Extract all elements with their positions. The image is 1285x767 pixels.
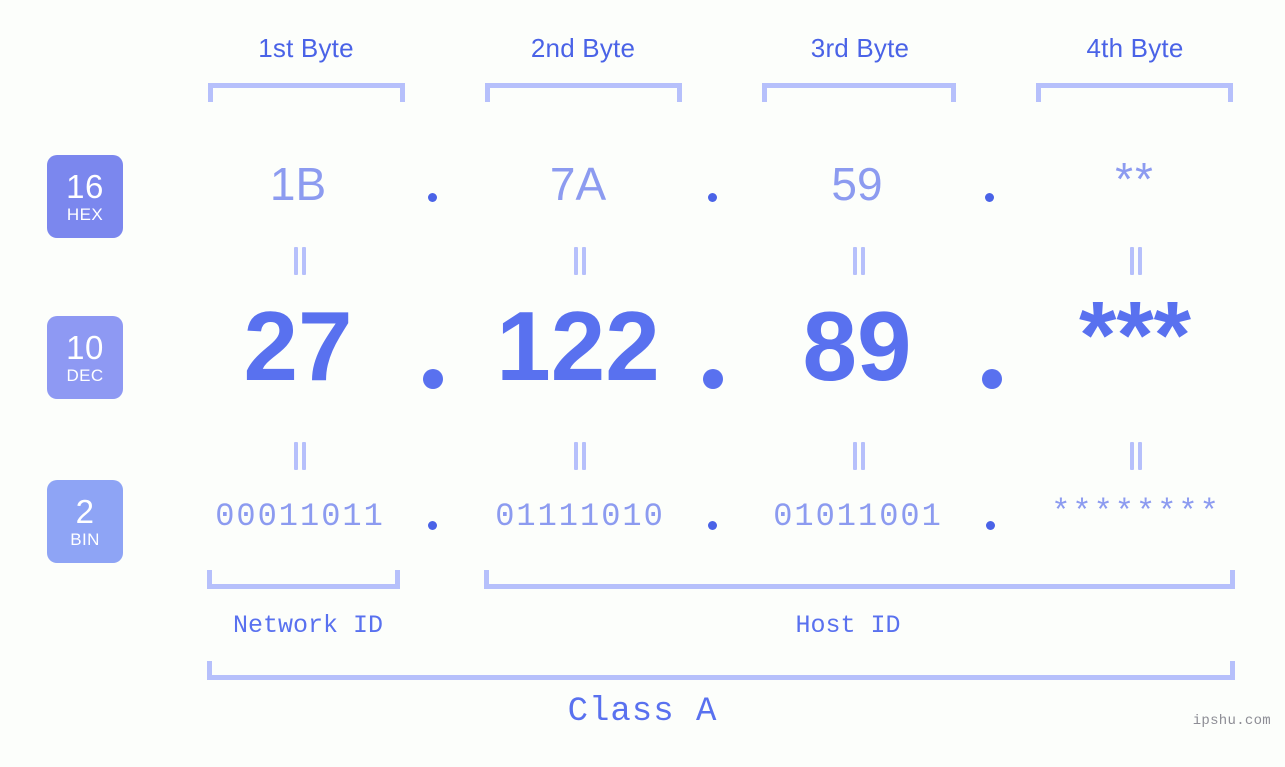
equivalence-mark-hex-dec-1 — [292, 247, 308, 275]
site-watermark: ipshu.com — [1192, 713, 1271, 729]
hex-byte-value-1: 1B — [269, 158, 327, 210]
bin-byte-value-1: 00011011 — [215, 498, 385, 535]
hex-separator-dot-1 — [428, 193, 437, 202]
dec-byte-value-1: 27 — [243, 291, 353, 401]
byte-bracket-4 — [1036, 83, 1233, 102]
byte-bracket-3 — [762, 83, 956, 102]
equivalence-mark-dec-bin-3 — [851, 442, 867, 470]
bin-separator-dot-2 — [708, 521, 717, 530]
equivalence-mark-dec-bin-2 — [572, 442, 588, 470]
network-id-bracket — [207, 570, 400, 589]
hex-byte-value-4: ** — [1115, 153, 1155, 205]
equivalence-mark-dec-bin-1 — [292, 442, 308, 470]
ip-byte-breakdown-diagram: 1st Byte 2nd Byte 3rd Byte 4th Byte 16 H… — [0, 0, 1285, 767]
base-badge-bin-number: 2 — [75, 493, 95, 530]
byte-header-label-1: 1st Byte — [258, 33, 354, 63]
dec-byte-value-3: 89 — [802, 291, 912, 401]
base-badge-dec-number: 10 — [66, 329, 104, 366]
equivalence-mark-hex-dec-4 — [1128, 247, 1144, 275]
hex-separator-dot-3 — [985, 193, 994, 202]
hex-byte-value-2: 7A — [549, 158, 607, 210]
host-id-bracket — [484, 570, 1235, 589]
network-id-label: Network ID — [232, 611, 384, 640]
bin-separator-dot-1 — [428, 521, 437, 530]
class-label: Class A — [567, 693, 718, 731]
base-badge-hex-name: HEX — [66, 205, 104, 224]
byte-header-label-4: 4th Byte — [1086, 33, 1184, 63]
equivalence-mark-dec-bin-4 — [1128, 442, 1144, 470]
byte-header-label-2: 2nd Byte — [530, 33, 636, 63]
host-id-label: Host ID — [795, 611, 901, 640]
base-badge-hex-number: 16 — [66, 168, 104, 205]
equivalence-mark-hex-dec-2 — [572, 247, 588, 275]
byte-bracket-2 — [485, 83, 682, 102]
base-badge-hex: 16 HEX — [47, 155, 123, 238]
bin-byte-value-2: 01111010 — [495, 498, 665, 535]
equivalence-mark-hex-dec-3 — [851, 247, 867, 275]
dec-separator-dot-2 — [703, 369, 723, 389]
dec-separator-dot-1 — [423, 369, 443, 389]
bin-byte-value-4: ******** — [1051, 494, 1221, 531]
class-bracket — [207, 661, 1235, 680]
bin-byte-value-3: 01011001 — [773, 498, 943, 535]
bin-separator-dot-3 — [986, 521, 995, 530]
dec-byte-value-2: 122 — [496, 291, 660, 401]
dec-byte-value-4: *** — [1078, 282, 1192, 389]
hex-byte-value-3: 59 — [831, 158, 883, 210]
base-badge-dec-name: DEC — [66, 366, 104, 385]
byte-bracket-1 — [208, 83, 405, 102]
base-badge-bin-name: BIN — [70, 530, 100, 549]
base-badge-dec: 10 DEC — [47, 316, 123, 399]
base-badge-bin: 2 BIN — [47, 480, 123, 563]
hex-separator-dot-2 — [708, 193, 717, 202]
byte-header-label-3: 3rd Byte — [810, 33, 910, 63]
dec-separator-dot-3 — [982, 369, 1002, 389]
